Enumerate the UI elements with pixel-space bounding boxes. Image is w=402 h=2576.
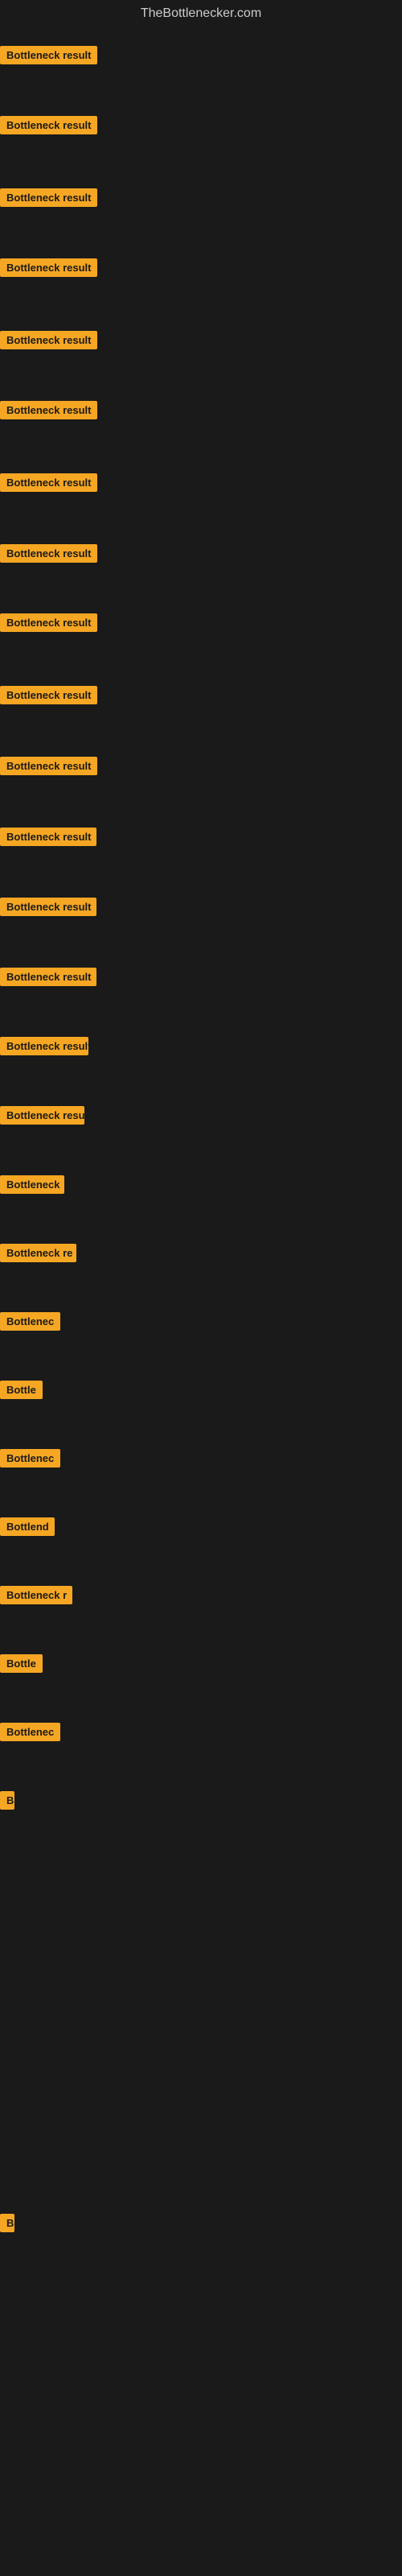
bottleneck-item[interactable]: Bottleneck result (0, 46, 97, 64)
bottleneck-badge: Bottleneck result (0, 188, 97, 207)
bottleneck-item[interactable]: Bottleneck resu (0, 1106, 84, 1125)
bottleneck-item[interactable]: Bottlenec (0, 1312, 60, 1331)
bottleneck-item[interactable]: Bottleneck r (0, 1586, 72, 1604)
bottleneck-item[interactable]: B (0, 1791, 14, 1810)
bottleneck-item[interactable]: Bottleneck result (0, 828, 96, 846)
bottleneck-badge: Bottleneck result (0, 401, 97, 419)
bottleneck-item[interactable]: Bottle (0, 1381, 43, 1399)
bottleneck-item[interactable]: Bottleneck result (0, 757, 97, 775)
bottleneck-item[interactable]: Bottlenec (0, 1449, 60, 1468)
bottleneck-badge: Bottleneck result (0, 757, 97, 775)
bottleneck-item[interactable]: Bottleneck result (0, 258, 97, 277)
bottleneck-item[interactable]: Bottlenec (0, 1723, 60, 1741)
bottleneck-badge: Bottle (0, 1381, 43, 1399)
bottleneck-badge: Bottlenec (0, 1312, 60, 1331)
bottleneck-badge: Bottleneck r (0, 1586, 72, 1604)
bottleneck-badge: Bottleneck resu (0, 1106, 84, 1125)
bottleneck-item[interactable]: Bottle (0, 1654, 43, 1673)
bottleneck-item[interactable]: Bottleneck result (0, 188, 97, 207)
bottleneck-item[interactable]: Bottleneck (0, 1175, 64, 1194)
bottleneck-item[interactable]: Bottleneck result (0, 686, 97, 704)
bottleneck-badge: Bottlend (0, 1517, 55, 1536)
bottleneck-badge: Bottleneck result (0, 116, 97, 134)
bottleneck-item[interactable]: Bottleneck result (0, 898, 96, 916)
bottleneck-badge: Bottleneck result (0, 473, 97, 492)
bottleneck-item[interactable]: Bottleneck result (0, 613, 97, 632)
bottleneck-badge: Bottleneck result (0, 828, 96, 846)
bottleneck-item[interactable]: Bottleneck result (0, 968, 96, 986)
bottleneck-item[interactable]: Bottleneck result (0, 116, 97, 134)
bottleneck-badge: Bottleneck result (0, 613, 97, 632)
bottleneck-item[interactable]: Bottleneck result (0, 401, 97, 419)
bottleneck-badge: Bottleneck result (0, 258, 97, 277)
bottleneck-badge: Bottleneck result (0, 686, 97, 704)
bottleneck-badge: B (0, 2214, 14, 2232)
bottleneck-item[interactable]: Bottleneck result (0, 473, 97, 492)
bottleneck-badge: Bottlenec (0, 1449, 60, 1468)
site-title: TheBottlenecker.com (0, 0, 402, 24)
bottleneck-badge: Bottleneck result (0, 898, 96, 916)
bottleneck-badge: Bottleneck result (0, 968, 96, 986)
bottleneck-badge: Bottleneck result (0, 544, 97, 563)
bottleneck-badge: Bottle (0, 1654, 43, 1673)
bottleneck-badge: Bottleneck result (0, 1037, 88, 1055)
bottleneck-badge: Bottleneck result (0, 46, 97, 64)
bottleneck-badge: Bottleneck result (0, 331, 97, 349)
bottleneck-badge: B (0, 1791, 14, 1810)
bottleneck-item[interactable]: Bottleneck result (0, 544, 97, 563)
bottleneck-item[interactable]: Bottleneck re (0, 1244, 76, 1262)
bottleneck-item[interactable]: Bottlend (0, 1517, 55, 1536)
bottleneck-item[interactable]: Bottleneck result (0, 1037, 88, 1055)
bottleneck-badge: Bottlenec (0, 1723, 60, 1741)
bottleneck-item[interactable]: Bottleneck result (0, 331, 97, 349)
bottleneck-badge: Bottleneck re (0, 1244, 76, 1262)
bottleneck-item[interactable]: B (0, 2214, 14, 2232)
bottleneck-badge: Bottleneck (0, 1175, 64, 1194)
